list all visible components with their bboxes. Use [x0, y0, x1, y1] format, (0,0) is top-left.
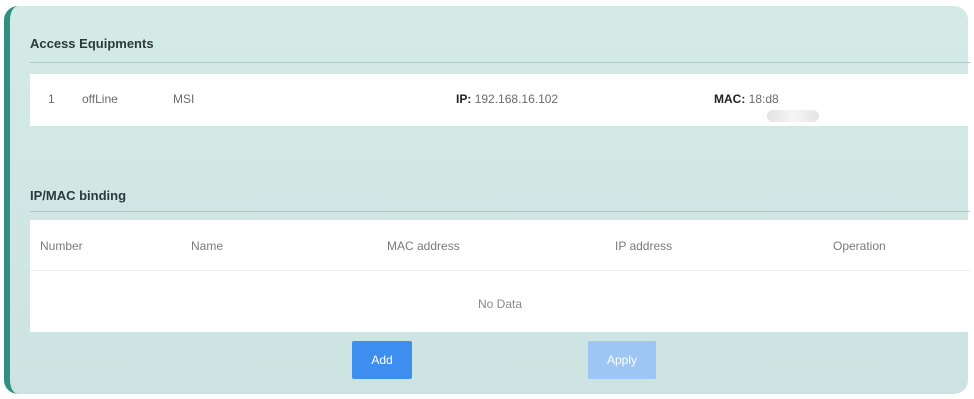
equipment-index: 1	[48, 92, 55, 106]
ip-label: IP:	[456, 92, 472, 106]
column-operation: Operation	[833, 239, 886, 253]
equipment-name: MSI	[173, 92, 195, 106]
apply-button[interactable]: Apply	[588, 341, 656, 379]
binding-table: Number Name MAC address IP address Opera…	[30, 220, 970, 332]
add-button[interactable]: Add	[352, 341, 412, 379]
equipment-mac: MAC: 18: d8	[714, 92, 820, 122]
access-equipments-title: Access Equipments	[30, 36, 154, 51]
access-equipments-divider	[30, 62, 970, 63]
column-ip-address: IP address	[615, 239, 673, 253]
mac-label: MAC:	[714, 92, 746, 106]
table-header: Number Name MAC address IP address Opera…	[30, 220, 970, 271]
column-mac-address: MAC address	[387, 239, 460, 253]
ip-mac-binding-divider	[30, 211, 970, 212]
mac-prefix: 18:	[748, 92, 766, 106]
equipment-status: offLine	[82, 92, 118, 106]
column-name: Name	[191, 239, 224, 253]
panel-frame: Access Equipments 1 offLine MSI IP: 192.…	[4, 6, 970, 394]
mac-suffix: d8	[765, 92, 779, 106]
equipment-ip: IP: 192.168.16.102	[456, 92, 558, 106]
mac-redaction	[767, 110, 820, 122]
column-number: Number	[40, 239, 83, 253]
equipment-row: 1 offLine MSI IP: 192.168.16.102 MAC: 18…	[30, 74, 970, 126]
ip-mac-binding-title: IP/MAC binding	[30, 188, 127, 203]
empty-state-text: No Data	[477, 297, 523, 311]
ip-value: 192.168.16.102	[474, 92, 559, 106]
